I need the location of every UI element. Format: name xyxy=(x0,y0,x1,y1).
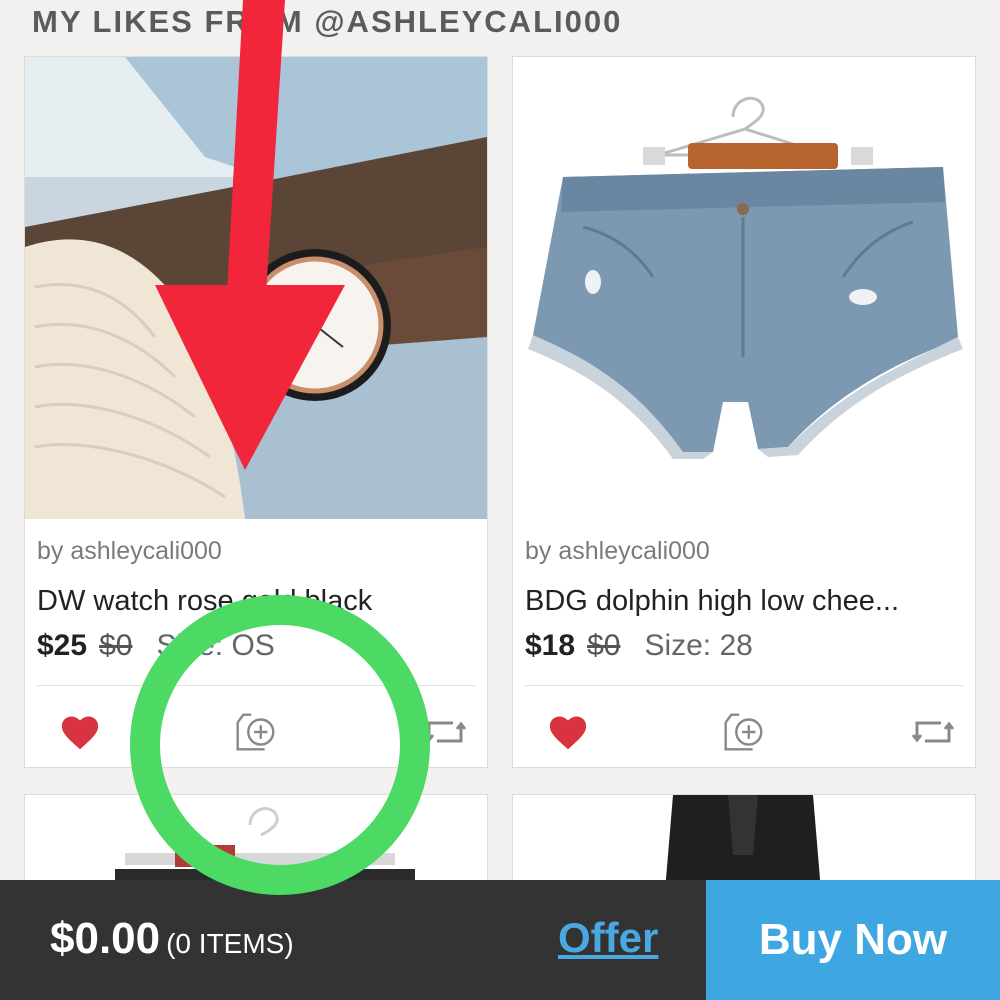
listing-title[interactable]: BDG dolphin high low chee... xyxy=(525,585,899,618)
total-amount: $0.00 xyxy=(50,914,161,963)
offer-link[interactable]: Offer xyxy=(558,914,658,962)
buy-now-button[interactable]: Buy Now xyxy=(706,880,1000,1000)
listing-actions xyxy=(25,699,487,759)
checkout-bar: $0.00 (0 ITEMS) Offer Buy Now xyxy=(0,880,1000,1000)
listing-price: $25 xyxy=(37,629,88,662)
bundle-total: $0.00 (0 ITEMS) xyxy=(50,914,294,964)
share-button[interactable] xyxy=(908,707,958,757)
original-price: $0 xyxy=(587,629,621,662)
listing-price: $18 xyxy=(525,629,576,662)
original-price: $0 xyxy=(99,629,133,662)
listing-actions xyxy=(513,699,975,759)
listing-photo-watch[interactable] xyxy=(25,57,487,519)
share-button[interactable] xyxy=(420,707,470,757)
price-line: $25 $0 Size: OS xyxy=(37,629,275,663)
like-button[interactable] xyxy=(55,707,105,757)
listing-card[interactable]: by ashleycali000 BDG dolphin high low ch… xyxy=(512,56,976,768)
price-line: $18 $0 Size: 28 xyxy=(525,629,753,663)
seller-name[interactable]: by ashleycali000 xyxy=(525,537,710,566)
like-button[interactable] xyxy=(543,707,593,757)
divider xyxy=(37,685,475,686)
section-title: MY LIKES FROM @ASHLEYCALI000 xyxy=(32,4,623,39)
divider xyxy=(525,685,963,686)
share-icon xyxy=(911,721,955,743)
add-to-bundle-button[interactable] xyxy=(230,707,280,757)
share-icon xyxy=(423,721,467,743)
add-to-bundle-icon xyxy=(724,713,763,751)
heart-icon xyxy=(61,716,99,750)
seller-name[interactable]: by ashleycali000 xyxy=(37,537,222,566)
add-to-bundle-icon xyxy=(236,713,275,751)
listing-title[interactable]: DW watch rose gold black xyxy=(37,585,372,618)
listing-card[interactable]: by ashleycali000 DW watch rose gold blac… xyxy=(24,56,488,768)
add-to-bundle-button[interactable] xyxy=(718,707,768,757)
heart-icon xyxy=(549,716,587,750)
listing-size: Size: 28 xyxy=(644,629,753,662)
listing-size: Size: OS xyxy=(156,629,275,662)
item-count: (0 ITEMS) xyxy=(166,928,294,959)
listing-photo-shorts[interactable] xyxy=(513,57,975,519)
